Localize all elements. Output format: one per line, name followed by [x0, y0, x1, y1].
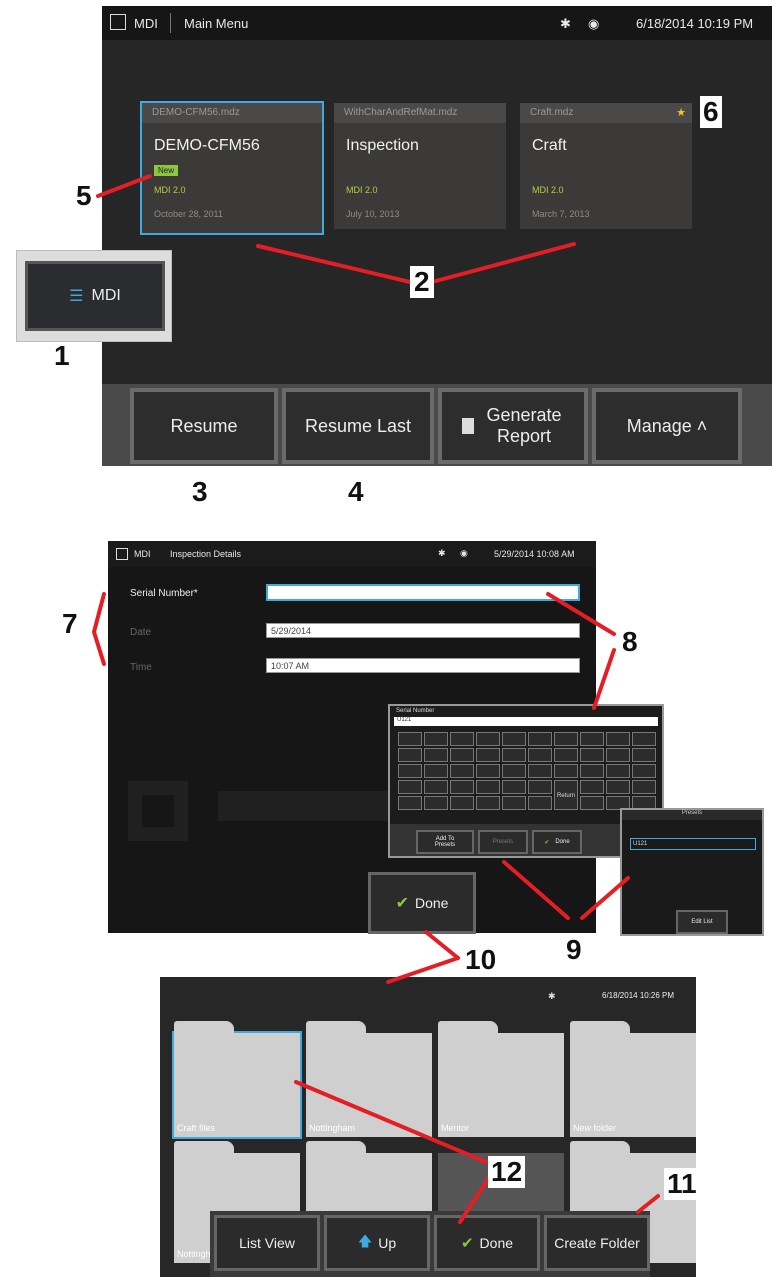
callout-9: 9 — [566, 934, 582, 965]
callout-line-9a — [502, 860, 570, 920]
callout-12: 12 — [488, 1156, 526, 1188]
callout-4: 4 — [348, 476, 364, 507]
callout-11: 11 — [664, 1168, 700, 1200]
callout-line-8a — [546, 592, 616, 636]
callout-10: 10 — [462, 944, 500, 976]
callout-1: 1 — [54, 340, 70, 371]
callout-line-7 — [91, 592, 106, 666]
callout-line-8b — [592, 648, 616, 710]
callout-7: 7 — [62, 608, 78, 639]
callout-line-12b — [458, 1174, 492, 1224]
callout-line-9b — [580, 876, 630, 920]
callout-line-11 — [636, 1194, 660, 1214]
callout-line-2a — [256, 244, 412, 284]
callout-6: 6 — [700, 96, 722, 128]
callout-line-10a — [424, 930, 460, 960]
callout-2: 2 — [410, 266, 434, 298]
callout-line-10b — [386, 956, 460, 984]
callout-3: 3 — [192, 476, 208, 507]
callout-lines — [91, 174, 660, 1224]
callout-line-5 — [96, 174, 152, 198]
callout-5: 5 — [76, 180, 92, 211]
callout-line-12a — [294, 1080, 488, 1164]
callout-line-2b — [430, 242, 576, 284]
callout-8: 8 — [622, 626, 638, 657]
